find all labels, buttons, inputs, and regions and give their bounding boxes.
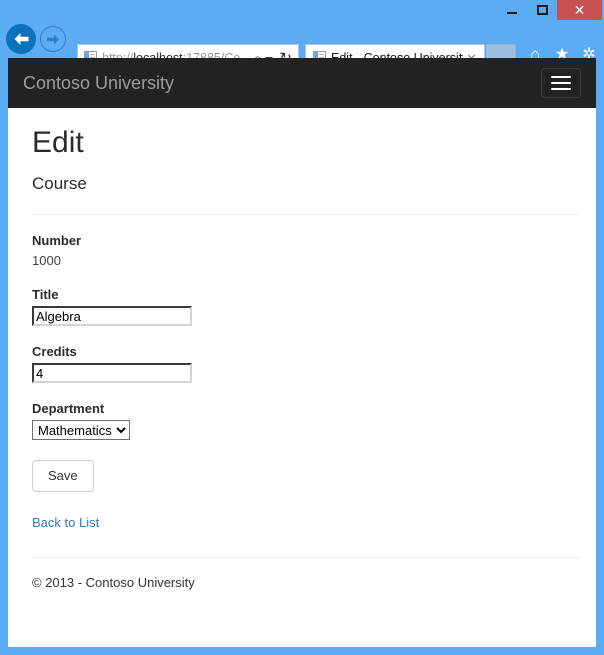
save-row: Save [32,460,580,492]
hamburger-menu-button[interactable] [541,68,581,98]
label-title: Title [32,287,580,303]
department-select[interactable]: Mathematics [32,420,130,440]
close-icon: ✕ [574,3,586,17]
value-number: 1000 [32,252,580,269]
title-bar: ✕ [0,0,604,20]
form-group-credits: Credits [32,344,580,383]
footer-divider [32,557,580,558]
title-input[interactable] [32,306,192,326]
form-group-number: Number 1000 [32,233,580,269]
label-number: Number [32,233,580,249]
back-link-row: Back to List [32,514,580,532]
form-group-department: Department Mathematics [32,401,580,440]
maximize-icon [537,5,548,15]
header-divider [32,214,580,215]
minimize-button[interactable] [497,0,527,20]
forward-button[interactable] [40,26,66,52]
page-subtitle: Course [32,174,580,194]
page-viewport: Contoso University Edit Course Number 10… [8,58,596,647]
credits-input[interactable] [32,363,192,383]
save-button[interactable]: Save [32,460,94,492]
site-navbar: Contoso University [8,58,596,108]
content-container: Edit Course Number 1000 Title Credits De… [8,126,596,591]
browser-toolbar: http://localhost:17885/Co ⌕ ↻ Edit - Con… [0,20,604,58]
close-button[interactable]: ✕ [557,0,602,20]
page-title: Edit [32,126,580,160]
hamburger-icon-bar [551,82,571,84]
footer-copyright: © 2013 - Contoso University [32,574,580,591]
label-credits: Credits [32,344,580,360]
back-to-list-link[interactable]: Back to List [32,515,99,530]
form-group-title: Title [32,287,580,326]
back-arrow-icon [13,32,30,46]
browser-window: ✕ http://localhost:17885/Co ⌕ ↻ [0,0,604,655]
hamburger-icon-bar [551,76,571,78]
back-button[interactable] [6,24,36,54]
maximize-button[interactable] [527,0,557,20]
navbar-brand[interactable]: Contoso University [23,73,174,93]
minimize-icon [507,12,517,14]
forward-arrow-icon [46,34,60,45]
hamburger-icon-bar [551,88,571,90]
label-department: Department [32,401,580,417]
